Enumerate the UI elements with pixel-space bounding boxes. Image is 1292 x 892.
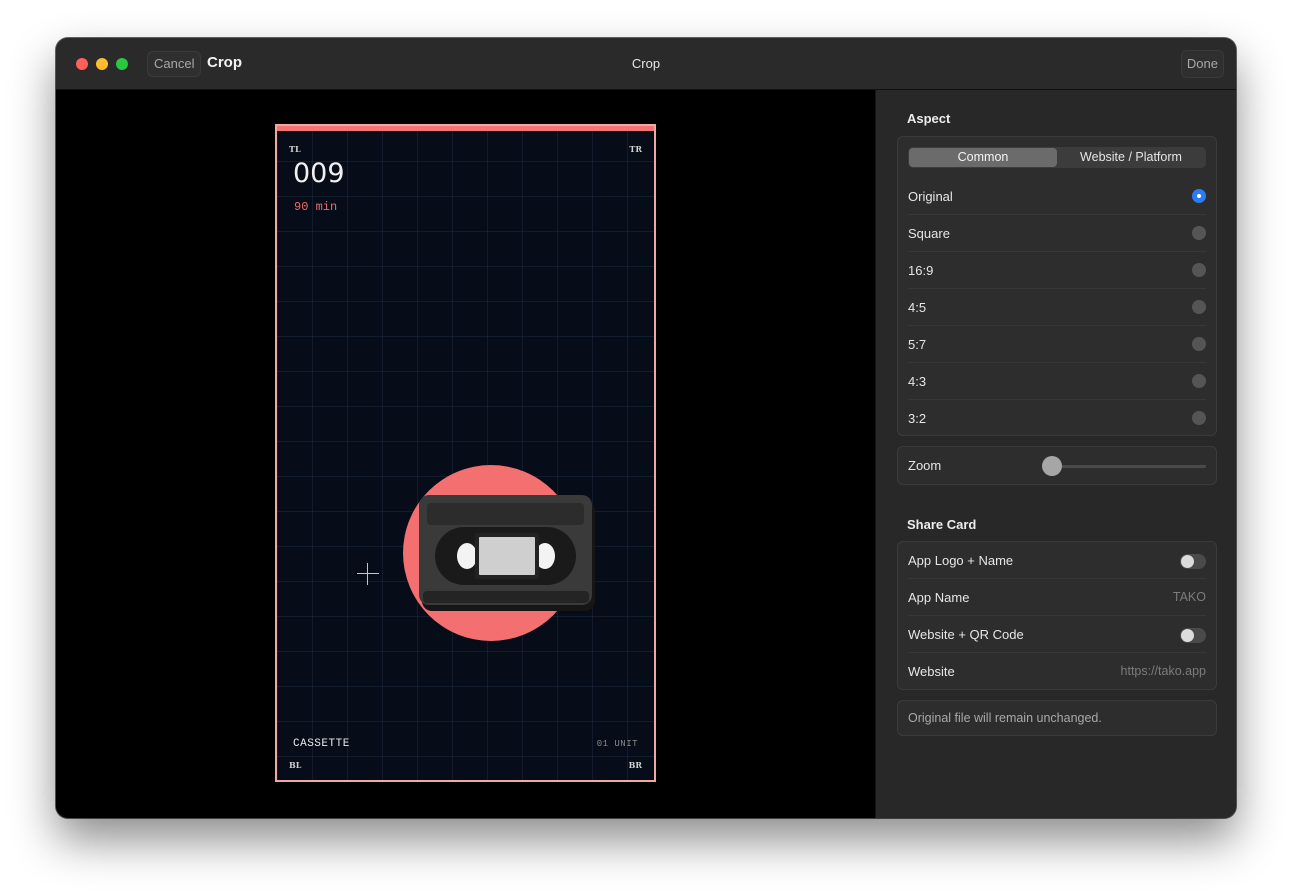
crop-window: Cancel Crop Crop Done TL TR 009 90 min C…: [56, 38, 1236, 818]
radio-unselected[interactable]: [1192, 337, 1206, 351]
corner-label-tl: TL: [289, 144, 301, 154]
aspect-option-5-7[interactable]: 5:7: [908, 326, 1206, 363]
crop-frame[interactable]: TL TR 009 90 min CASSETTE 01 UNIT BL BR: [275, 124, 656, 782]
corner-label-bl: BL: [289, 760, 302, 770]
website-row: Website https://tako.app: [908, 653, 1206, 690]
website-label: Website: [908, 664, 955, 679]
app-logo-label: App Logo + Name: [908, 553, 1014, 568]
aspect-option-square[interactable]: Square: [908, 215, 1206, 252]
website-qr-row: Website + QR Code: [908, 616, 1206, 653]
app-name-value[interactable]: TAKO: [1173, 590, 1206, 604]
crop-canvas[interactable]: TL TR 009 90 min CASSETTE 01 UNIT BL BR: [56, 90, 875, 818]
aspect-option-4-5[interactable]: 4:5: [908, 289, 1206, 326]
tab-common[interactable]: Common: [909, 148, 1057, 167]
card-number: 009: [293, 158, 345, 189]
note-box: Original file will remain unchanged.: [897, 700, 1217, 736]
radio-unselected[interactable]: [1192, 226, 1206, 240]
unchanged-note: Original file will remain unchanged.: [908, 711, 1102, 725]
share-card-section-title: Share Card: [907, 517, 977, 532]
app-name-label: App Name: [908, 590, 970, 605]
aspect-option-label: 5:7: [908, 337, 927, 352]
radio-unselected[interactable]: [1192, 411, 1206, 425]
accent-top-bar: [277, 126, 654, 131]
aspect-option-3-2[interactable]: 3:2: [908, 400, 1206, 437]
aspect-option-4-3[interactable]: 4:3: [908, 363, 1206, 400]
aspect-option-16-9[interactable]: 16:9: [908, 252, 1206, 289]
aspect-option-label: Square: [908, 226, 950, 241]
zoom-slider-knob[interactable]: [1042, 456, 1062, 476]
aspect-group: Common Website / Platform Original Squar…: [897, 136, 1217, 436]
app-name-row: App Name TAKO: [908, 579, 1206, 616]
crosshair-icon: [357, 563, 379, 585]
window-title: Crop: [631, 56, 661, 71]
tab-website-platform[interactable]: Website / Platform: [1057, 148, 1205, 167]
aspect-option-label: Original: [908, 189, 953, 204]
card-unit: 01 UNIT: [596, 739, 638, 749]
app-logo-row: App Logo + Name: [908, 542, 1206, 579]
zoom-label: Zoom: [908, 458, 942, 473]
corner-label-br: BR: [628, 760, 642, 770]
settings-sidebar: Aspect Common Website / Platform Origina…: [875, 90, 1236, 818]
grid-background: [277, 126, 654, 780]
aspect-option-label: 16:9: [908, 263, 934, 278]
vhs-cassette-icon: [419, 495, 595, 611]
aspect-segmented-control: Common Website / Platform: [908, 147, 1206, 168]
card-duration: 90 min: [294, 200, 338, 214]
done-button[interactable]: Done: [1180, 50, 1224, 78]
website-qr-label: Website + QR Code: [908, 627, 1024, 642]
cassette-illustration: [403, 465, 595, 641]
radio-unselected[interactable]: [1192, 263, 1206, 277]
corner-label-tr: TR: [629, 144, 642, 154]
radio-selected[interactable]: [1192, 189, 1206, 203]
website-value[interactable]: https://tako.app: [1121, 664, 1206, 678]
share-card-group: App Logo + Name App Name TAKO Website + …: [897, 541, 1217, 690]
zoom-group: Zoom: [897, 446, 1217, 485]
radio-unselected[interactable]: [1192, 374, 1206, 388]
card-label: CASSETTE: [293, 738, 350, 750]
app-logo-toggle[interactable]: [1180, 554, 1206, 569]
zoom-slider-track[interactable]: [1048, 465, 1206, 468]
radio-unselected[interactable]: [1192, 300, 1206, 314]
title-bar: Cancel Crop Crop Done: [56, 38, 1236, 90]
aspect-option-label: 3:2: [908, 411, 927, 426]
aspect-section-title: Aspect: [907, 111, 951, 126]
aspect-option-label: 4:5: [908, 300, 927, 315]
aspect-option-original[interactable]: Original: [908, 178, 1206, 215]
website-qr-toggle[interactable]: [1180, 628, 1206, 643]
aspect-option-label: 4:3: [908, 374, 927, 389]
